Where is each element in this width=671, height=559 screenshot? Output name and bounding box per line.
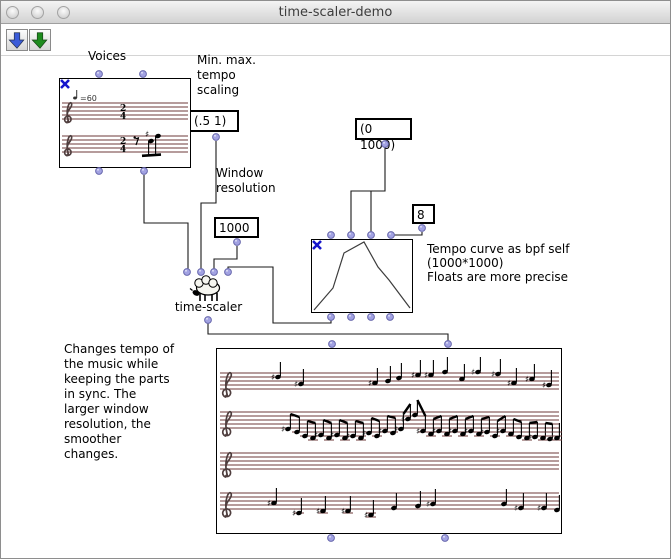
time-scaler-label[interactable]: time-scaler <box>161 300 256 314</box>
range-value-box[interactable]: (0 1000) <box>355 118 412 140</box>
green-down-arrow-icon <box>30 30 50 50</box>
port-highlight <box>97 72 99 74</box>
sheep-fluff <box>195 279 203 287</box>
port-highlight <box>235 240 237 242</box>
port[interactable] <box>213 134 220 141</box>
minmax-value-box[interactable]: (.5 1) <box>189 110 239 132</box>
port-highlight <box>226 270 228 272</box>
output-score-box[interactable] <box>216 348 562 534</box>
download-green-button[interactable] <box>29 29 51 51</box>
sheep-head <box>192 289 201 297</box>
port-highlight <box>142 169 144 171</box>
port-highlight <box>369 233 371 235</box>
sheep-fluff <box>202 276 210 284</box>
port-highlight <box>329 315 331 317</box>
port-highlight <box>212 270 214 272</box>
tempo-curve-label: Tempo curve as bpf self (1000*1000) Floa… <box>427 242 569 284</box>
port-highlight <box>141 72 143 74</box>
voices-score-box[interactable] <box>59 78 191 168</box>
patch-cord[interactable] <box>214 246 237 269</box>
port[interactable] <box>368 232 375 239</box>
port[interactable] <box>388 232 395 239</box>
port-highlight <box>388 315 390 317</box>
port[interactable] <box>96 71 103 78</box>
port-highlight <box>446 342 448 344</box>
port[interactable] <box>348 232 355 239</box>
minmax-label: Min. max. tempo scaling <box>197 53 256 98</box>
port-highlight <box>443 536 445 538</box>
port-highlight <box>329 536 331 538</box>
port-highlight <box>349 315 351 317</box>
port[interactable] <box>328 232 335 239</box>
port-highlight <box>199 270 201 272</box>
port[interactable] <box>368 314 375 321</box>
port[interactable] <box>211 269 218 276</box>
port[interactable] <box>419 225 426 232</box>
port[interactable] <box>141 168 148 175</box>
port[interactable] <box>234 239 241 246</box>
window-resolution-value-box[interactable]: 1000 <box>214 217 259 238</box>
port[interactable] <box>329 341 336 348</box>
port-highlight <box>330 342 332 344</box>
port[interactable] <box>140 71 147 78</box>
window-title: time-scaler-demo <box>1 5 670 20</box>
port-highlight <box>206 318 208 320</box>
port-highlight <box>214 135 216 137</box>
port[interactable] <box>225 269 232 276</box>
port[interactable] <box>205 317 212 324</box>
patch-cord[interactable] <box>208 323 448 341</box>
patch-cord[interactable] <box>144 175 188 269</box>
port[interactable] <box>198 269 205 276</box>
port[interactable] <box>96 168 103 175</box>
port-highlight <box>329 233 331 235</box>
port-highlight <box>369 315 371 317</box>
voices-label: Voices <box>88 49 126 64</box>
port[interactable] <box>387 314 394 321</box>
port[interactable] <box>348 314 355 321</box>
description-label: Changes tempo of the music while keeping… <box>64 342 174 462</box>
sheep-icon[interactable] <box>197 281 220 295</box>
patch-cord[interactable] <box>351 148 385 232</box>
blue-down-arrow-icon <box>7 30 27 50</box>
precision-value-box[interactable]: 8 <box>412 204 435 224</box>
patch-cord[interactable] <box>201 141 216 269</box>
bpf-box[interactable] <box>311 239 413 313</box>
port-highlight <box>97 169 99 171</box>
port-highlight <box>185 270 187 272</box>
port-highlight <box>389 233 391 235</box>
port[interactable] <box>328 314 335 321</box>
window-resolution-label: Window resolution <box>216 166 276 196</box>
port[interactable] <box>184 269 191 276</box>
title-bar[interactable]: time-scaler-demo <box>1 1 670 24</box>
port[interactable] <box>328 535 335 542</box>
sheep-ear <box>190 289 193 291</box>
patch-cord[interactable] <box>394 232 422 235</box>
port-highlight <box>420 226 422 228</box>
sheep-fluff <box>209 279 217 287</box>
port-highlight <box>349 233 351 235</box>
download-blue-button[interactable] <box>6 29 28 51</box>
patch-window: time-scaler-demo Voices Min. max. tempo … <box>0 0 671 559</box>
port[interactable] <box>445 341 452 348</box>
port[interactable] <box>442 535 449 542</box>
